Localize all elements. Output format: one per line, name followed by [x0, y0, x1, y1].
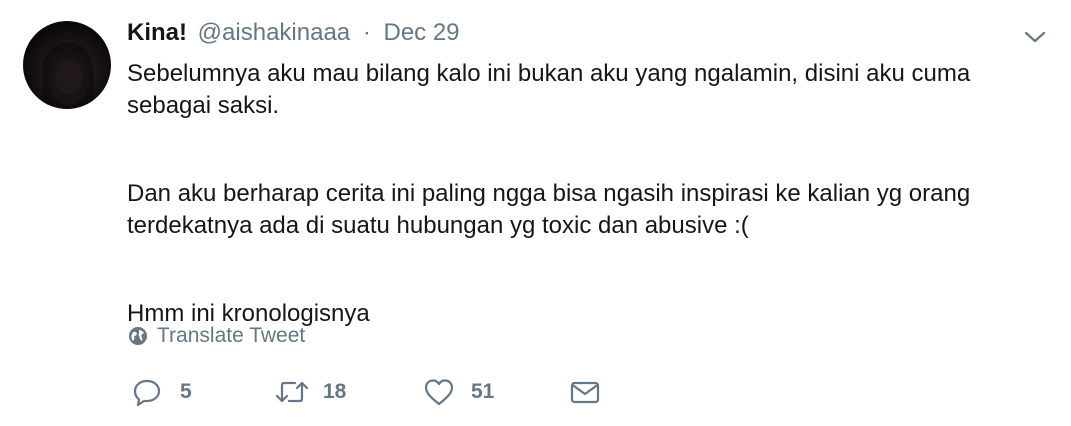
avatar-photo: [43, 42, 95, 109]
header-separator: ·: [362, 19, 371, 46]
like-button[interactable]: 51: [423, 374, 494, 410]
envelope-icon: [570, 381, 600, 404]
reply-count: 5: [180, 380, 192, 403]
direct-message-button[interactable]: [569, 374, 601, 410]
author-name[interactable]: Kina!: [127, 19, 187, 46]
heart-icon: [424, 379, 454, 406]
reply-button[interactable]: 5: [132, 374, 192, 410]
chevron-down-icon: [1024, 31, 1046, 43]
tweet-paragraph: Dan aku berharap cerita ini paling ngga …: [127, 180, 971, 239]
more-options-button[interactable]: [1022, 28, 1048, 46]
reply-icon: [133, 379, 161, 407]
retweet-count: 18: [323, 380, 347, 403]
author-handle[interactable]: @aishakinaaa: [198, 19, 350, 46]
tweet-date[interactable]: Dec 29: [383, 19, 459, 46]
tweet: Kina! @aishakinaaa · Dec 29 Sebelumnya a…: [0, 0, 1071, 426]
tweet-text: Sebelumnya aku mau bilang kalo ini bukan…: [127, 58, 1047, 330]
translate-label: Translate Tweet: [157, 324, 306, 347]
translate-tweet-link[interactable]: Translate Tweet: [128, 322, 305, 350]
retweet-button[interactable]: 18: [275, 374, 346, 410]
tweet-actions: 5 18 51: [132, 374, 612, 410]
globe-icon: [129, 327, 147, 345]
like-count: 51: [471, 380, 495, 403]
avatar[interactable]: [23, 21, 111, 109]
retweet-icon: [275, 381, 309, 403]
tweet-paragraph: Sebelumnya aku mau bilang kalo ini bukan…: [127, 60, 971, 119]
tweet-header: Kina! @aishakinaaa · Dec 29: [127, 18, 460, 48]
